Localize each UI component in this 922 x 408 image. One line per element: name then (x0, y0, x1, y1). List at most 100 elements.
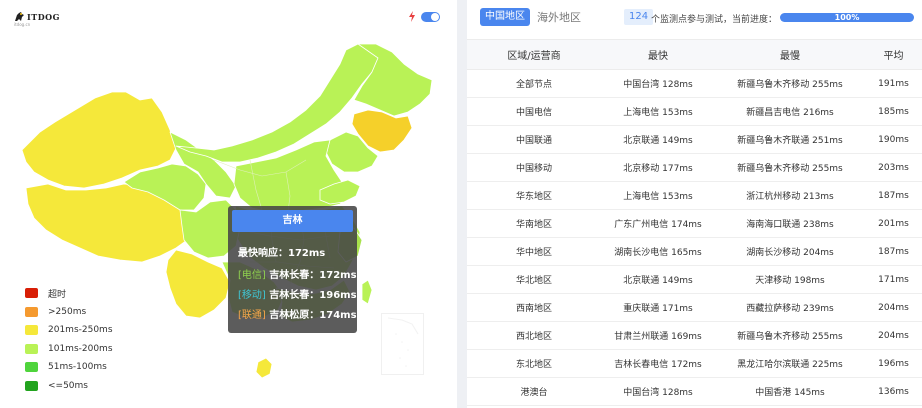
table-row: 华中地区 湖南长沙电信 165ms 湖南长沙移动 204ms 187ms (467, 238, 922, 266)
cell-region: 中国电信 (515, 108, 552, 118)
header-average[interactable]: 平均 (865, 40, 922, 69)
legend-label: >250ms (48, 306, 87, 317)
cell-average: 201ms (878, 218, 909, 229)
cell-fastest: 甘肃兰州联通 169ms (614, 332, 702, 342)
header-region[interactable]: 区域/运营商 (467, 40, 601, 69)
tooltip-fastest: 最快响应：172ms (238, 248, 326, 259)
panel-divider (457, 0, 467, 408)
cell-slowest: 西藏拉萨移动 239ms (746, 304, 834, 314)
table-header: 区域/运营商 最快 最慢 平均 (467, 39, 922, 70)
legend-swatch (25, 306, 38, 317)
table-row: 华南地区 广东广州电信 174ms 海南海口联通 238ms 201ms (467, 210, 922, 238)
tag-unicom: [联通] (238, 310, 266, 321)
cell-average: 204ms (878, 330, 909, 341)
cell-region: 东北地区 (515, 360, 552, 370)
cell-slowest: 中国香港 145ms (755, 388, 825, 398)
cell-slowest: 黑龙江哈尔滨联通 225ms (737, 360, 843, 370)
header-fastest[interactable]: 最快 (601, 40, 715, 69)
tab-china[interactable]: 中国地区 (480, 8, 530, 26)
cell-fastest: 吉林长春电信 172ms (614, 360, 702, 370)
legend-item[interactable]: <=50ms (25, 380, 88, 392)
legend-item[interactable]: 超时 (25, 287, 67, 300)
south-china-sea-inset (381, 313, 424, 375)
cell-average: 171ms (878, 274, 909, 285)
cell-average: 190ms (878, 134, 909, 145)
cell-region: 全部节点 (515, 80, 552, 90)
tooltip-line-unicom: [联通] 吉林松原：174ms (238, 306, 357, 321)
table-row: 西南地区 重庆联通 171ms 西藏拉萨移动 239ms 204ms (467, 294, 922, 322)
cell-average: 136ms (878, 386, 909, 397)
cell-region: 西北地区 (515, 332, 552, 342)
legend-swatch (25, 362, 38, 372)
table-row: 中国移动 北京移动 177ms 新疆乌鲁木齐移动 255ms 203ms (467, 154, 922, 182)
tab-overseas[interactable]: 海外地区 (537, 9, 581, 25)
results-panel: 中国地区 海外地区 124 个监测点参与测试，当前进度： 100% 区域/运营商… (467, 0, 922, 408)
node-count-text: 个监测点参与测试，当前进度： (651, 15, 778, 25)
cell-average: 196ms (878, 358, 909, 369)
node-count-badge: 124 (624, 9, 654, 25)
line-text: 吉林长春：172ms (269, 270, 357, 281)
legend-label: <=50ms (48, 380, 88, 391)
cell-slowest: 湖南长沙移动 204ms (746, 248, 834, 258)
tag-mobile: [移动] (238, 290, 266, 301)
cell-region: 港澳台 (520, 388, 548, 398)
legend-swatch (25, 380, 38, 391)
cell-slowest: 海南海口联通 238ms (746, 220, 834, 230)
tag-telecom: [电信] (238, 270, 266, 281)
table-row: 港澳台 中国台湾 128ms 中国香港 145ms 136ms (467, 378, 922, 406)
cell-slowest: 新疆乌鲁木齐移动 255ms (737, 332, 843, 342)
region-yunnan[interactable] (165, 249, 231, 319)
cell-average: 187ms (878, 246, 909, 257)
table-row: 华北地区 北京联通 149ms 天津移动 198ms 171ms (467, 266, 922, 294)
cell-fastest: 重庆联通 171ms (623, 304, 693, 314)
cell-fastest: 北京移动 177ms (623, 164, 693, 174)
legend-item[interactable]: 51ms-100ms (25, 361, 107, 373)
legend-item[interactable]: 201ms-250ms (25, 324, 113, 336)
legend-label: 51ms-100ms (48, 362, 107, 372)
line-text: 吉林松原：174ms (269, 310, 357, 321)
cell-region: 中国联通 (515, 136, 552, 146)
table-row: 东北地区 吉林长春电信 172ms 黑龙江哈尔滨联通 225ms 196ms (467, 350, 922, 378)
table-row: 中国电信 上海电信 153ms 新疆昌吉电信 216ms 185ms (467, 98, 922, 126)
header-slowest[interactable]: 最慢 (715, 40, 865, 69)
legend-label: 201ms-250ms (48, 325, 113, 335)
region-taiwan[interactable] (361, 279, 373, 305)
cell-slowest: 新疆乌鲁木齐联通 251ms (737, 136, 843, 146)
table-row: 华东地区 上海电信 153ms 浙江杭州移动 213ms 187ms (467, 182, 922, 210)
cell-average: 191ms (878, 78, 909, 89)
cell-fastest: 中国台湾 128ms (623, 388, 693, 398)
cell-average: 185ms (878, 106, 909, 117)
cell-average: 204ms (878, 302, 909, 313)
map-panel: ITDOG itdog.cn 吉林 最快响应：172ms [电信] 吉林长春：1… (0, 0, 457, 408)
legend-swatch (25, 343, 38, 354)
tooltip-line-telecom: [电信] 吉林长春：172ms (238, 266, 357, 281)
progress-label: 100% (834, 13, 860, 22)
cell-slowest: 新疆昌吉电信 216ms (746, 108, 834, 118)
legend-item[interactable]: >250ms (25, 306, 86, 318)
inset-map (387, 317, 419, 367)
cell-fastest: 北京联通 149ms (623, 136, 693, 146)
table-row: 西北地区 甘肃兰州联通 169ms 新疆乌鲁木齐移动 255ms 204ms (467, 322, 922, 350)
cell-region: 中国移动 (515, 164, 552, 174)
cell-slowest: 天津移动 198ms (755, 276, 825, 286)
cell-fastest: 上海电信 153ms (623, 192, 693, 202)
legend-swatch (25, 288, 38, 298)
cell-region: 华中地区 (515, 248, 552, 258)
cell-slowest: 新疆乌鲁木齐移动 255ms (737, 80, 843, 90)
cell-region: 华北地区 (515, 276, 552, 286)
legend-label: 101ms-200ms (48, 343, 113, 354)
cell-average: 203ms (878, 162, 909, 173)
line-text: 吉林长春：196ms (269, 290, 357, 301)
region-hainan[interactable] (255, 357, 273, 379)
cell-fastest: 上海电信 153ms (623, 108, 693, 118)
region-tabs: 中国地区 海外地区 (480, 8, 581, 26)
tooltip-title: 吉林 (232, 210, 353, 232)
region-tooltip: 吉林 最快响应：172ms [电信] 吉林长春：172ms [移动] 吉林长春：… (228, 206, 357, 333)
cell-fastest: 北京联通 149ms (623, 276, 693, 286)
table-row: 全部节点 中国台湾 128ms 新疆乌鲁木齐移动 255ms 191ms (467, 70, 922, 98)
cell-slowest: 浙江杭州移动 213ms (746, 192, 834, 202)
legend-label: 超时 (48, 289, 67, 300)
legend-item[interactable]: 101ms-200ms (25, 343, 113, 355)
table-row: 中国联通 北京联通 149ms 新疆乌鲁木齐联通 251ms 190ms (467, 126, 922, 154)
cell-fastest: 中国台湾 128ms (623, 80, 693, 90)
